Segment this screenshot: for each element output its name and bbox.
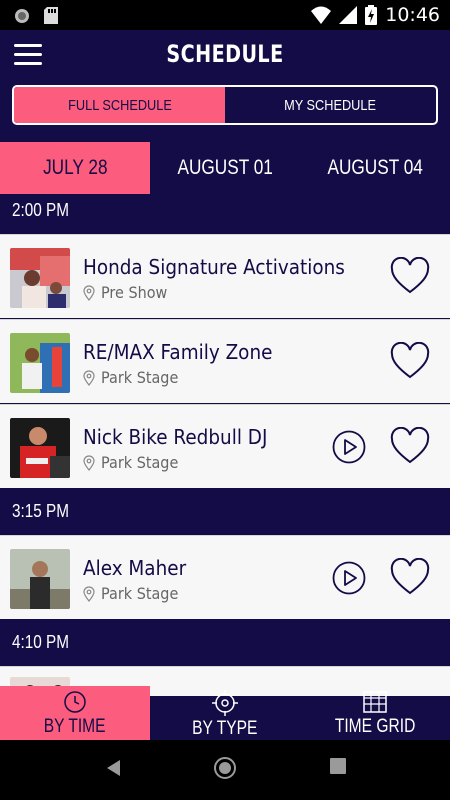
- event-title: Nick Bike Redbull DJ: [83, 425, 268, 449]
- tab-full-schedule[interactable]: FULL SCHEDULE: [14, 87, 225, 123]
- sd-card-icon: [44, 7, 58, 24]
- page-title: SCHEDULE: [166, 40, 284, 68]
- date-tabs: JULY 28 AUGUST 01 AUGUST 04: [0, 142, 450, 194]
- menu-icon: [14, 44, 42, 47]
- favorite-heart-icon[interactable]: [390, 342, 430, 380]
- event-title: Honda Signature Activations: [83, 255, 345, 279]
- event-location: Park Stage: [83, 368, 187, 387]
- cell-signal-icon: [339, 6, 358, 24]
- event-row[interactable]: Honda Signature Activations Pre Show: [0, 234, 450, 318]
- time-header: 2:00 PM: [12, 200, 69, 220]
- time-header: 3:15 PM: [12, 501, 69, 521]
- event-title: RE/MAX Family Zone: [83, 340, 273, 364]
- top-bar: SCHEDULE: [0, 30, 450, 82]
- favorite-heart-icon[interactable]: [390, 257, 430, 295]
- schedule-toggle: FULL SCHEDULE MY SCHEDULE: [12, 85, 438, 125]
- date-tab-august-04[interactable]: AUGUST 04: [300, 142, 450, 194]
- play-icon[interactable]: [332, 430, 366, 464]
- location-pin-icon: [83, 454, 95, 471]
- favorite-heart-icon[interactable]: [390, 427, 430, 465]
- event-row[interactable]: Alex Maher Park Stage: [0, 535, 450, 619]
- favorite-heart-icon[interactable]: [390, 558, 430, 596]
- tab-my-schedule[interactable]: MY SCHEDULE: [225, 87, 436, 123]
- date-tab-july-28[interactable]: JULY 28: [0, 142, 150, 194]
- event-title: Alex Maher: [83, 556, 187, 580]
- event-row[interactable]: Nick Bike Redbull DJ Park Stage: [0, 404, 450, 488]
- event-location: Park Stage: [83, 584, 187, 603]
- grid-icon: [363, 691, 387, 713]
- notification-circle-icon: [15, 8, 29, 23]
- wifi-icon: [311, 6, 332, 24]
- home-icon[interactable]: [213, 756, 237, 780]
- status-time: 10:46: [385, 4, 440, 26]
- event-thumbnail: [10, 418, 70, 478]
- bottom-nav: BY TIME BY TYPE TIME GRID: [0, 686, 450, 740]
- battery-icon: [365, 5, 378, 25]
- status-bar: 10:46: [0, 0, 450, 30]
- date-tab-august-01[interactable]: AUGUST 01: [150, 142, 300, 194]
- event-location: Pre Show: [83, 283, 175, 302]
- back-icon[interactable]: [104, 758, 122, 778]
- event-row[interactable]: RE/MAX Family Zone Park Stage: [0, 319, 450, 403]
- location-pin-icon: [83, 284, 95, 301]
- recents-icon[interactable]: [330, 758, 346, 774]
- app-screen: SCHEDULE FULL SCHEDULE MY SCHEDULE JULY …: [0, 30, 450, 740]
- system-nav-bar: [0, 740, 450, 800]
- event-thumbnail: [10, 549, 70, 609]
- location-pin-icon: [83, 585, 95, 602]
- target-icon: [212, 690, 238, 716]
- clock-icon: [64, 691, 86, 713]
- menu-button[interactable]: [14, 44, 42, 68]
- time-header: 4:10 PM: [12, 632, 69, 652]
- event-thumbnail: [10, 333, 70, 393]
- event-thumbnail: [10, 248, 70, 308]
- nav-by-type[interactable]: BY TYPE: [150, 686, 300, 740]
- location-pin-icon: [83, 369, 95, 386]
- event-location: Park Stage: [83, 453, 187, 472]
- nav-time-grid[interactable]: TIME GRID: [300, 686, 450, 740]
- play-icon[interactable]: [332, 561, 366, 595]
- nav-by-time[interactable]: BY TIME: [0, 686, 150, 740]
